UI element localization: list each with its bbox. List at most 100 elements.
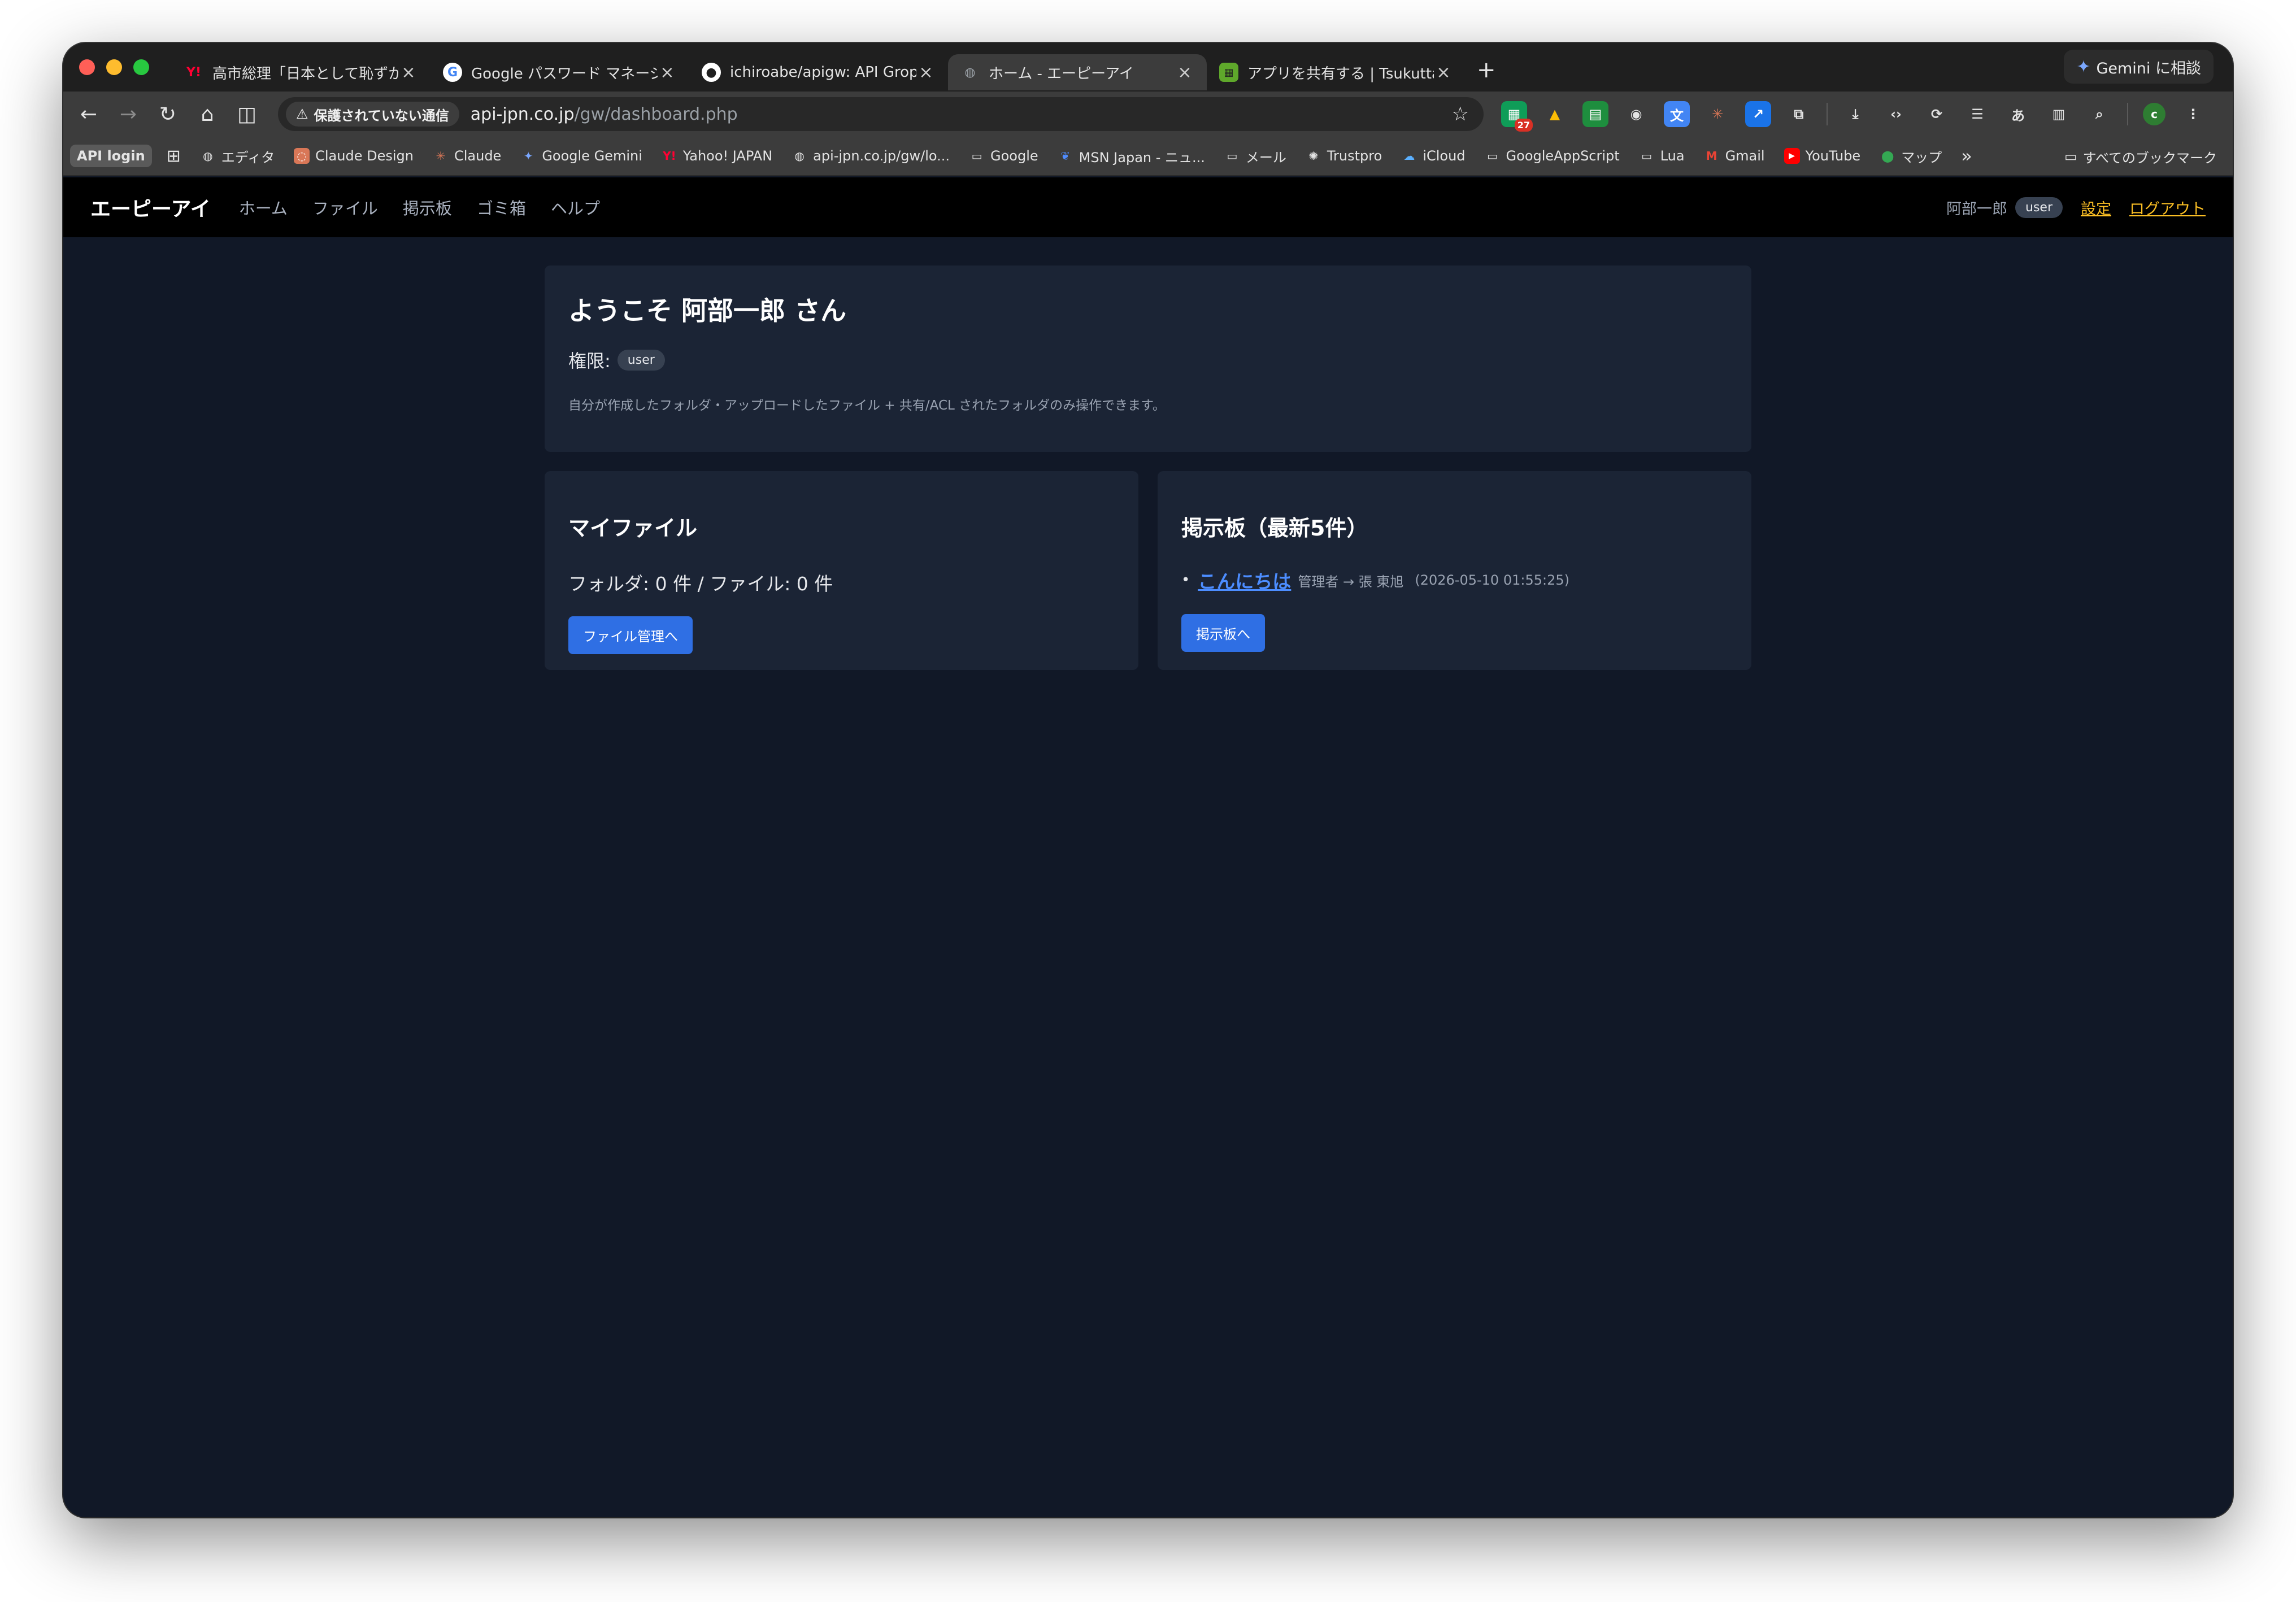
- puzzle-extensions-icon[interactable]: ⧉: [1786, 101, 1812, 127]
- google-favicon-icon: G: [443, 63, 462, 82]
- settings-link[interactable]: 設定: [2081, 197, 2111, 219]
- calendar-extension-icon[interactable]: ▦ 27: [1501, 101, 1533, 132]
- tab-title: Google パスワード マネージャー: [471, 65, 658, 82]
- capture-icon[interactable]: ⟳: [1924, 101, 1950, 127]
- address-bar[interactable]: ⚠ 保護されていない通信 api-jpn.co.jp/gw/dashboard.…: [278, 97, 1484, 131]
- bullet-icon: •: [1181, 572, 1190, 589]
- browser-toolbar: ← → ↻ ⌂ ◫ ⚠ 保護されていない通信 api-jpn.co.jp/gw/…: [63, 92, 2233, 137]
- yahoo-icon: Y!: [663, 149, 676, 163]
- bookmark-gemini[interactable]: ✦ Google Gemini: [520, 148, 642, 164]
- drive-extension-icon[interactable]: ▲: [1542, 101, 1568, 127]
- nav-trash[interactable]: ゴミ箱: [477, 195, 526, 219]
- minimize-window-button[interactable]: [106, 59, 122, 75]
- code-icon[interactable]: ‹›: [1883, 101, 1909, 127]
- logout-link[interactable]: ログアウト: [2129, 197, 2206, 219]
- browser-window: Y! 高市総理「日本として恥ずかしい × G Google パスワード マネージ…: [63, 43, 2233, 1517]
- fullscreen-window-button[interactable]: [133, 59, 149, 75]
- bookmark-folder-google[interactable]: ▭ Google: [969, 148, 1038, 164]
- new-tab-icon[interactable]: +: [1477, 57, 1496, 83]
- all-bookmarks[interactable]: ▭ すべてのブックマーク: [2064, 137, 2217, 176]
- youtube-icon: ▶: [1784, 148, 1800, 164]
- blue-extension-icon[interactable]: ↗: [1745, 101, 1771, 127]
- reading-list-icon[interactable]: ☰: [1964, 101, 1990, 127]
- close-tab-icon[interactable]: ×: [1175, 63, 1194, 82]
- browser-tab[interactable]: Y! 高市総理「日本として恥ずかしい ×: [172, 54, 430, 90]
- browser-tab-active[interactable]: ◍ ホーム - エーピーアイ ×: [948, 54, 1207, 90]
- file-manager-button[interactable]: ファイル管理へ: [568, 616, 693, 654]
- bookmark-maps[interactable]: ⬤ マップ: [1880, 146, 1942, 166]
- folder-icon: ▭: [1487, 149, 1498, 163]
- role-label: 権限:: [568, 350, 611, 372]
- browser-tab[interactable]: G Google パスワード マネージャー ×: [430, 54, 689, 90]
- folder-icon: ▭: [1227, 149, 1238, 163]
- nav-files[interactable]: ファイル: [312, 195, 378, 219]
- dashboard-content: ようこそ 阿部一郎 さん 権限: user 自分が作成したフォルダ・アップロード…: [545, 265, 1751, 670]
- bookmark-label: Google: [990, 148, 1038, 164]
- bookmark-label: Lua: [1660, 148, 1685, 164]
- spy-extension-icon[interactable]: ◉: [1623, 101, 1649, 127]
- translate-extension-icon[interactable]: 文: [1664, 101, 1690, 127]
- bookmark-trustpro[interactable]: ✺ Trustpro: [1306, 148, 1382, 164]
- apps-grid-icon[interactable]: ⊞: [167, 146, 181, 166]
- bookmark-msn[interactable]: ❦ MSN Japan - ニュ...: [1058, 146, 1205, 166]
- menu-kebab-icon[interactable]: ⋮: [2180, 101, 2206, 127]
- nav-home[interactable]: ホーム: [239, 195, 288, 219]
- browser-tab[interactable]: ● ichiroabe/apigw: API Gropu W ×: [689, 54, 948, 90]
- bookmark-youtube[interactable]: ▶ YouTube: [1784, 148, 1860, 164]
- bookmark-label: エディタ: [221, 149, 275, 166]
- gemini-icon: ✦: [523, 149, 533, 163]
- myfiles-card: マイファイル フォルダ: 0 件 / ファイル: 0 件 ファイル管理へ: [545, 471, 1138, 670]
- window-controls: [79, 59, 149, 75]
- home-icon[interactable]: ⌂: [188, 103, 227, 126]
- close-tab-icon[interactable]: ×: [658, 63, 677, 82]
- bookmark-gmail[interactable]: M Gmail: [1704, 148, 1765, 164]
- reload-icon[interactable]: ↻: [148, 103, 188, 126]
- bookmark-folder-lua[interactable]: ▭ Lua: [1639, 148, 1685, 164]
- close-window-button[interactable]: [79, 59, 95, 75]
- post-title-link[interactable]: こんにちは: [1198, 567, 1291, 594]
- bookmark-icloud[interactable]: ☁ iCloud: [1401, 148, 1465, 164]
- back-arrow-icon[interactable]: ←: [69, 103, 108, 126]
- gemini-button[interactable]: ✦ Gemini に相談: [2064, 50, 2214, 84]
- security-chip[interactable]: ⚠ 保護されていない通信: [286, 102, 459, 127]
- bookmark-claude-design[interactable]: ◌ Claude Design: [294, 148, 414, 164]
- bookmark-editor[interactable]: ◍ エディタ: [200, 146, 275, 166]
- close-tab-icon[interactable]: ×: [399, 63, 418, 82]
- post-meta: 管理者 → 張 東旭: [1298, 573, 1404, 590]
- bookmark-star-icon[interactable]: ☆: [1452, 103, 1469, 125]
- toolbar-divider: [2127, 103, 2128, 125]
- claude-extension-icon[interactable]: ✳: [1704, 101, 1730, 127]
- nav-help[interactable]: ヘルプ: [551, 195, 600, 219]
- lens-search-icon[interactable]: ⌕: [2086, 101, 2112, 127]
- tab-title: 高市総理「日本として恥ずかしい: [212, 65, 399, 82]
- profile-avatar[interactable]: c: [2143, 103, 2165, 125]
- cloud-icon: ☁: [1403, 149, 1415, 163]
- close-tab-icon[interactable]: ×: [1434, 63, 1453, 82]
- browser-tab[interactable]: ▦ アプリを共有する | Tsukutta ×: [1207, 54, 1466, 90]
- tsukutta-favicon-icon: ▦: [1219, 63, 1238, 82]
- bookmark-folder-gas[interactable]: ▭ GoogleAppScript: [1485, 148, 1620, 164]
- permission-note: 自分が作成したフォルダ・アップロードしたファイル + 共有/ACL されたフォル…: [568, 398, 1166, 413]
- nav-board[interactable]: 掲示板: [403, 195, 452, 219]
- bookmark-label: iCloud: [1423, 148, 1466, 164]
- claude-icon: ✳: [436, 149, 446, 163]
- trustpro-icon: ✺: [1308, 149, 1319, 163]
- bookmarks-overflow-icon[interactable]: »: [1961, 145, 1972, 167]
- bookmark-claude[interactable]: ✳ Claude: [433, 148, 502, 164]
- bookmark-api-gw[interactable]: ◍ api-jpn.co.jp/gw/lo...: [792, 148, 950, 164]
- close-tab-icon[interactable]: ×: [916, 63, 936, 82]
- myfiles-title: マイファイル: [568, 516, 698, 541]
- forward-arrow-icon[interactable]: →: [108, 103, 148, 126]
- side-panel-icon[interactable]: ◫: [227, 103, 267, 126]
- board-button[interactable]: 掲示板へ: [1181, 614, 1265, 652]
- download-icon[interactable]: ⤓: [1842, 101, 1868, 127]
- translate-page-icon[interactable]: あ: [2005, 101, 2031, 127]
- bookmark-yahoo[interactable]: Y! Yahoo! JAPAN: [662, 148, 772, 164]
- bookmark-folder-mail[interactable]: ▭ メール: [1224, 146, 1286, 166]
- reader-mode-icon[interactable]: ▥: [2046, 101, 2072, 127]
- globe-favicon-icon: ◍: [964, 65, 976, 80]
- tab-title: ichiroabe/apigw: API Gropu W: [730, 64, 916, 81]
- app-brand[interactable]: エーピーアイ: [90, 193, 211, 222]
- bookmark-api-login[interactable]: API login: [70, 145, 152, 167]
- sheets-extension-icon[interactable]: ▤: [1582, 101, 1608, 127]
